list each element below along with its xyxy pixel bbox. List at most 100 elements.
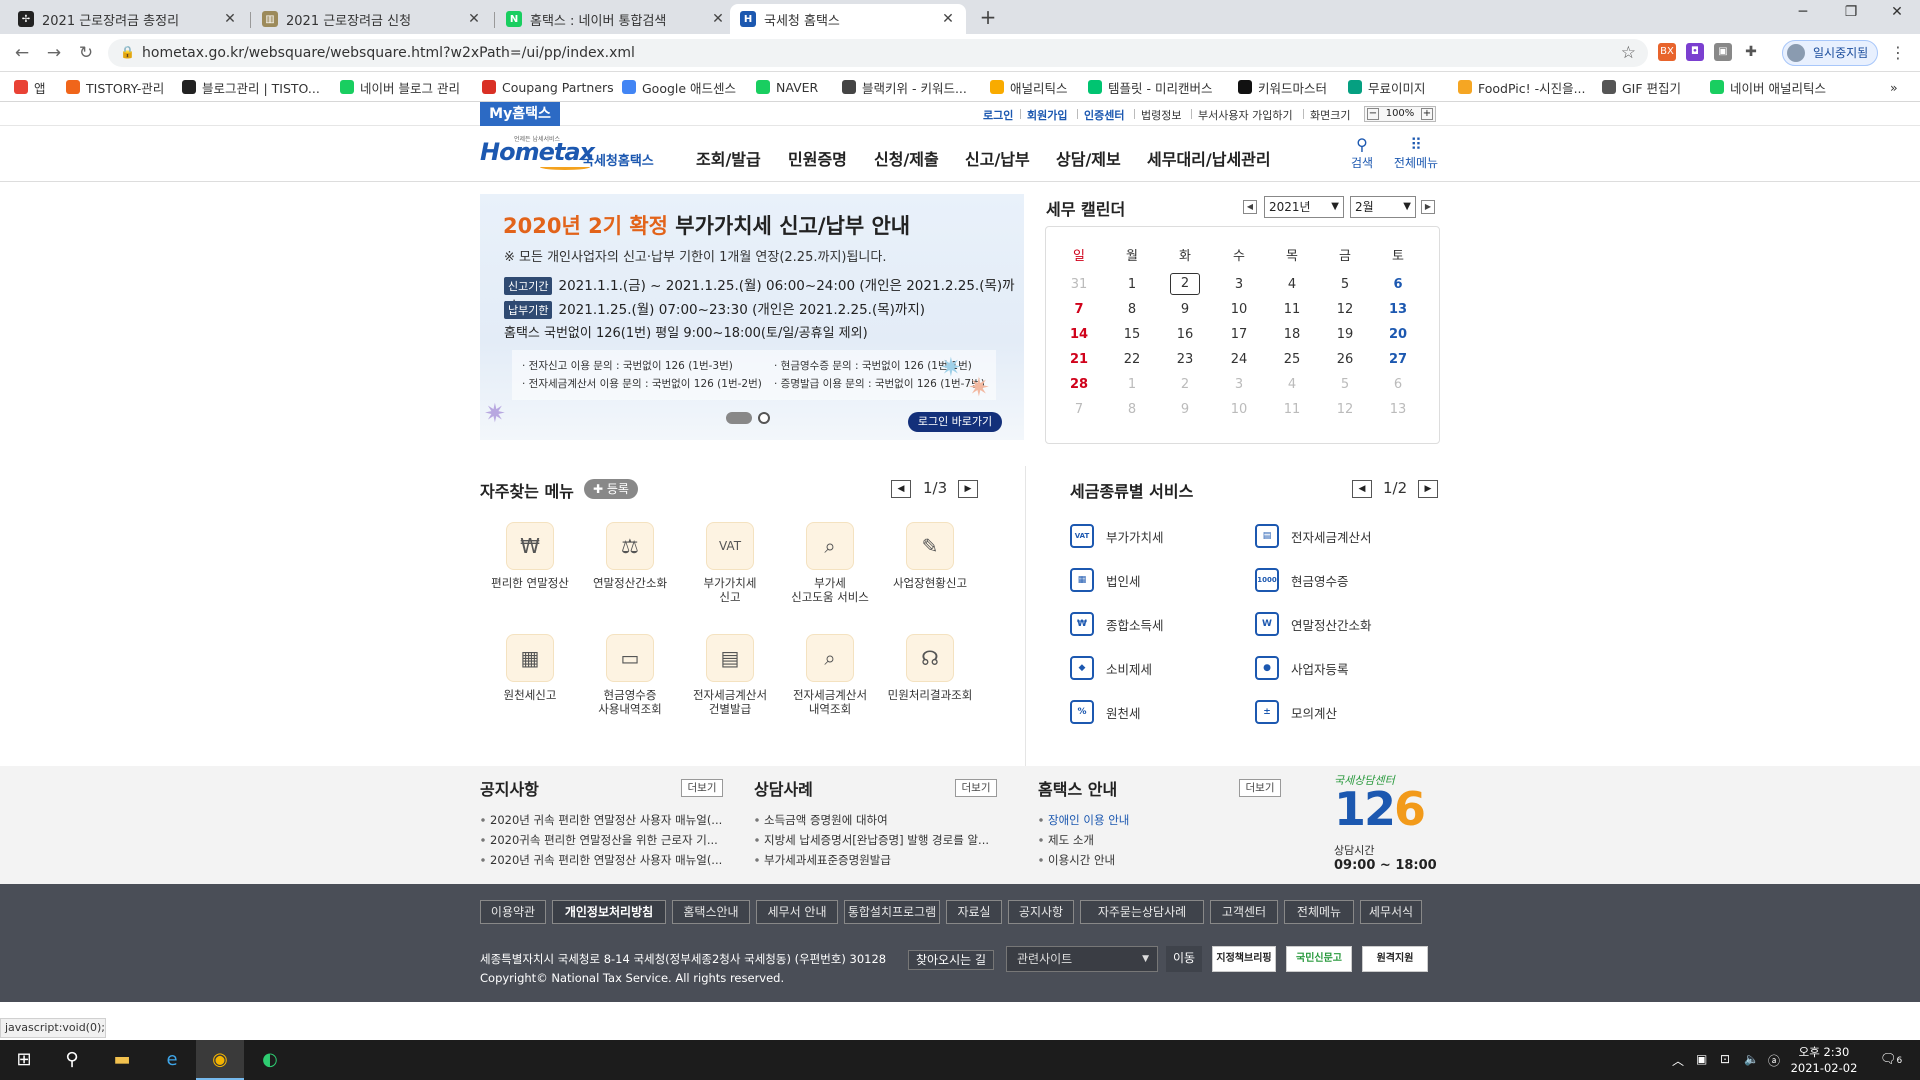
case-item[interactable]: 소득금액 증명원에 대하여	[754, 812, 888, 828]
footer-link[interactable]: 통합설치프로그램	[844, 900, 940, 924]
calendar-day[interactable]: 7	[1064, 402, 1094, 417]
register-button[interactable]: ✚ 등록	[584, 479, 638, 499]
frequent-menu-item[interactable]: ⌕ 전자세금계산서 내역조회	[782, 634, 878, 716]
calendar-day[interactable]: 17	[1224, 327, 1254, 342]
guide-item[interactable]: 이용시간 안내	[1038, 852, 1116, 868]
footer-link[interactable]: 이용약관	[480, 900, 546, 924]
bookmark-item[interactable]: 무료이미지	[1348, 78, 1426, 96]
footer-link[interactable]: 세무서식	[1360, 900, 1422, 924]
browser-tab[interactable]: ▥ 2021 근로장려금 신청 ✕	[252, 4, 492, 34]
nav-certificate[interactable]: 민원증명	[788, 146, 847, 170]
calendar-day[interactable]: 6	[1383, 277, 1413, 292]
calendar-day[interactable]: 15	[1117, 327, 1147, 342]
bookmark-star-icon[interactable]: ☆	[1621, 43, 1636, 63]
all-menu-button[interactable]: ⠿ 전체메뉴	[1386, 136, 1446, 171]
bookmark-item[interactable]: 키워드마스터	[1238, 78, 1327, 96]
frequent-prev-icon[interactable]: ◀	[891, 480, 911, 498]
extension-icon[interactable]: ◘	[1686, 43, 1704, 61]
calendar-day[interactable]: 10	[1224, 402, 1254, 417]
extension-icon[interactable]: ▣	[1714, 43, 1732, 61]
calendar-next-icon[interactable]: ▶	[1421, 200, 1435, 214]
directions-button[interactable]: 찾아오시는 길	[908, 950, 994, 970]
my-hometax-button[interactable]: My홈택스	[480, 102, 560, 126]
close-window-icon[interactable]: ✕	[1874, 4, 1920, 28]
cert-center-link[interactable]: 인증센터	[1084, 107, 1124, 123]
bookmark-item[interactable]: 템플릿 - 미리캔버스	[1088, 78, 1212, 96]
bookmark-item[interactable]: 네이버 애널리틱스	[1710, 78, 1826, 96]
calendar-day[interactable]: 13	[1383, 402, 1413, 417]
bookmark-item[interactable]: Coupang Partners	[482, 78, 614, 96]
notification-icon[interactable]: 🗨6	[1880, 1052, 1902, 1067]
nav-consult[interactable]: 상담/제보	[1056, 146, 1121, 170]
edge-icon[interactable]: ◐	[246, 1040, 294, 1080]
back-icon[interactable]: ←	[10, 41, 34, 65]
calendar-day[interactable]: 5	[1330, 277, 1360, 292]
tax-service-item[interactable]: ◆ 소비제세	[1070, 656, 1152, 680]
hometax-logo[interactable]: 언제든 납세서비스 Hometax 국세청홈택스	[480, 134, 660, 174]
footer-link[interactable]: 홈택스안내	[672, 900, 750, 924]
frequent-menu-item[interactable]: ⚖ 연말정산간소화	[582, 522, 678, 590]
tax-service-item[interactable]: ₩ 종합소득세	[1070, 612, 1164, 636]
tax-service-item[interactable]: % 원천세	[1070, 700, 1141, 724]
address-bar[interactable]: 🔒 hometax.go.kr/websquare/websquare.html…	[108, 39, 1648, 67]
bookmark-item[interactable]: 앱	[14, 78, 46, 96]
calendar-prev-icon[interactable]: ◀	[1243, 200, 1257, 214]
go-button[interactable]: 이동	[1166, 946, 1202, 972]
notice-more-button[interactable]: 더보기	[681, 779, 723, 797]
taskbar-clock[interactable]: 오후 2:30 2021-02-02	[1790, 1044, 1858, 1076]
nav-apply[interactable]: 신청/제출	[874, 146, 939, 170]
calendar-day[interactable]: 6	[1383, 377, 1413, 392]
calendar-day[interactable]: 11	[1277, 302, 1307, 317]
search-button[interactable]: ⚲ 검색	[1332, 136, 1392, 171]
bookmarks-overflow-icon[interactable]: »	[1890, 78, 1898, 96]
nav-inquiry[interactable]: 조회/발급	[696, 146, 761, 170]
frequent-menu-item[interactable]: ▭ 현금영수증 사용내역조회	[582, 634, 678, 716]
tax-service-item[interactable]: ● 사업자등록	[1255, 656, 1349, 680]
nav-report-pay[interactable]: 신고/납부	[965, 146, 1030, 170]
frequent-menu-item[interactable]: ☊ 민원처리결과조회	[882, 634, 978, 702]
footer-link[interactable]: 세무서 안내	[756, 900, 838, 924]
calendar-day[interactable]: 13	[1383, 302, 1413, 317]
calendar-day[interactable]: 3	[1224, 277, 1254, 292]
calendar-day[interactable]: 27	[1383, 352, 1413, 367]
remote-support-badge[interactable]: 원격지원	[1362, 946, 1428, 972]
taxservice-prev-icon[interactable]: ◀	[1352, 480, 1372, 498]
tax-service-item[interactable]: 1000 현금영수증	[1255, 568, 1349, 592]
guide-item[interactable]: 장애인 이용 안내	[1038, 812, 1130, 828]
profile-button[interactable]: 일시중지됨	[1782, 40, 1878, 66]
signup-link[interactable]: 회원가입	[1027, 107, 1067, 123]
bookmark-item[interactable]: 애널리틱스	[990, 78, 1068, 96]
frequent-menu-item[interactable]: ₩ 편리한 연말정산	[482, 522, 578, 590]
taxservice-next-icon[interactable]: ▶	[1418, 480, 1438, 498]
zoom-out-icon[interactable]: −	[1367, 108, 1379, 120]
calendar-day[interactable]: 20	[1383, 327, 1413, 342]
guide-item[interactable]: 제도 소개	[1038, 832, 1094, 848]
login-shortcut-button[interactable]: 로그인 바로가기	[908, 412, 1002, 432]
forward-icon[interactable]: →	[42, 41, 66, 65]
bookmark-item[interactable]: GIF 편집기	[1602, 78, 1681, 96]
calendar-day[interactable]: 18	[1277, 327, 1307, 342]
file-explorer-icon[interactable]: ▬	[98, 1040, 146, 1080]
bookmark-item[interactable]: FoodPic! -시진을...	[1458, 78, 1586, 96]
cases-more-button[interactable]: 더보기	[955, 779, 997, 797]
frequent-menu-item[interactable]: ▦ 원천세신고	[482, 634, 578, 702]
frequent-menu-item[interactable]: ⌕ 부가세 신고도움 서비스	[782, 522, 878, 604]
calendar-day[interactable]: 2	[1170, 273, 1200, 295]
case-item[interactable]: 지방세 납세증명서[완납증명] 발행 경로를 알...	[754, 832, 989, 848]
windows-start-icon[interactable]: ⊞	[0, 1040, 48, 1080]
calendar-day[interactable]: 26	[1330, 352, 1360, 367]
calendar-day[interactable]: 10	[1224, 302, 1254, 317]
ime-icon[interactable]: ⓐ	[1768, 1052, 1780, 1069]
guide-more-button[interactable]: 더보기	[1239, 779, 1281, 797]
notice-item[interactable]: 2020귀속 편리한 연말정산을 위한 근로자 기...	[480, 832, 718, 848]
calendar-day[interactable]: 3	[1224, 377, 1254, 392]
calendar-day[interactable]: 5	[1330, 377, 1360, 392]
footer-link[interactable]: 개인정보처리방침	[552, 900, 666, 924]
calendar-day[interactable]: 19	[1330, 327, 1360, 342]
ie-icon[interactable]: e	[148, 1040, 196, 1080]
bookmark-item[interactable]: Google 애드센스	[622, 78, 736, 96]
law-info-link[interactable]: 법령정보	[1141, 107, 1181, 123]
calendar-day[interactable]: 28	[1064, 377, 1094, 392]
minimize-icon[interactable]: ─	[1780, 4, 1826, 28]
bookmark-item[interactable]: NAVER	[756, 78, 818, 96]
